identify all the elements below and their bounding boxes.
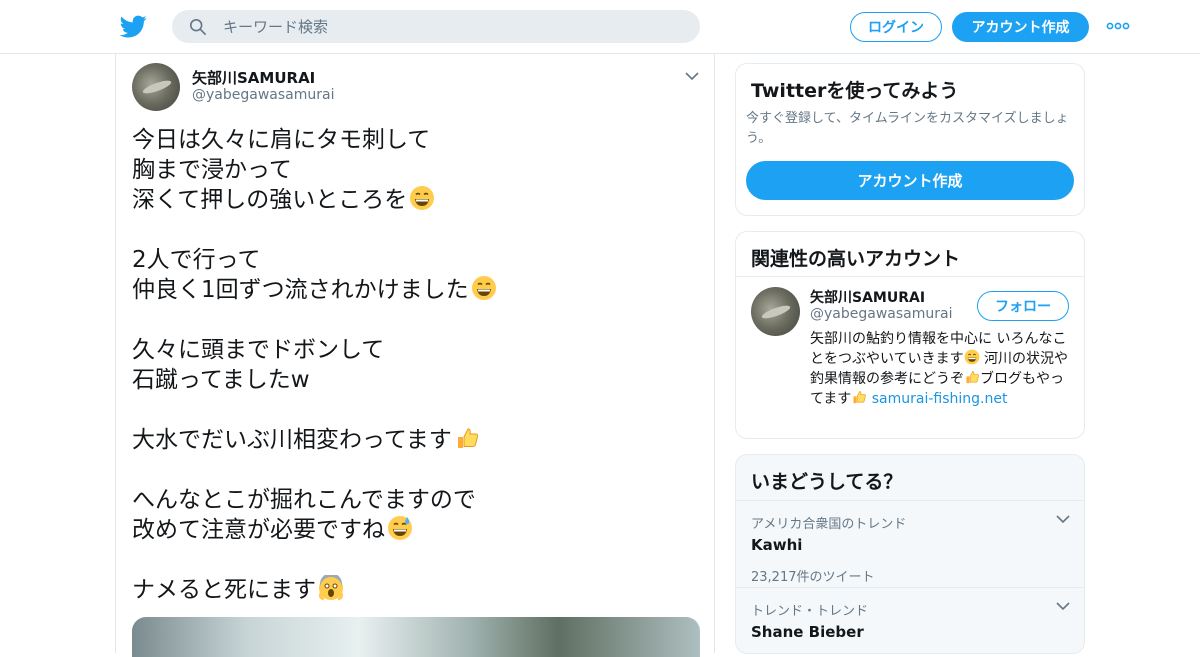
trend-name: Kawhi bbox=[751, 536, 803, 554]
tweet-text: 今日は久々に肩にタモ刺して 胸まで浸かって 深くて押しの強いところを 2人で行っ… bbox=[132, 125, 702, 605]
tweet-line: 2人で行って bbox=[132, 247, 261, 273]
trends-card: いまどうしてる？ アメリカ合衆国のトレンド Kawhi 23,217件のツイート… bbox=[735, 454, 1085, 654]
related-account-bio: 矢部川の鮎釣り情報を中心に いろんなことをつぶやいていきます 河川の状況や釣果情… bbox=[810, 331, 1069, 407]
search-bar[interactable] bbox=[172, 10, 700, 43]
grinning-emoji-icon bbox=[410, 186, 435, 210]
tweet-line: ナメると死にます bbox=[132, 575, 702, 605]
tweet-media-image[interactable] bbox=[132, 617, 700, 657]
signup-card-title: Twitterを使ってみよう bbox=[751, 80, 959, 102]
tweet-card: 矢部川SAMURAI @yabegawasamurai 今日は久々に肩にタモ刺し… bbox=[115, 53, 715, 657]
tweet-line: 大水でだいぶ川相変わってます bbox=[132, 425, 702, 455]
trend-item[interactable]: トレンド・トレンド Shane Bieber bbox=[751, 600, 1071, 641]
chevron-down-icon[interactable] bbox=[1056, 513, 1070, 525]
tweet-line: 深くて押しの強いところを bbox=[132, 185, 702, 215]
author-handle[interactable]: @yabegawasamurai bbox=[192, 87, 334, 103]
tweet-line: 石蹴ってましたw bbox=[132, 367, 310, 393]
login-button[interactable]: ログイン bbox=[850, 12, 942, 42]
divider bbox=[736, 500, 1084, 501]
search-input[interactable] bbox=[223, 17, 683, 36]
signup-card: Twitterを使ってみよう 今すぐ登録して、タイムラインをカスタマイズしましょ… bbox=[735, 63, 1085, 216]
related-accounts-card: 関連性の高いアカウント 矢部川SAMURAI @yabegawasamurai … bbox=[735, 231, 1085, 439]
top-navigation-bar: ログイン アカウント作成 bbox=[0, 0, 1200, 54]
twitter-bird-icon[interactable] bbox=[120, 13, 147, 40]
related-account-name[interactable]: 矢部川SAMURAI bbox=[810, 287, 925, 307]
grinning-emoji-icon bbox=[471, 276, 496, 300]
signup-card-button[interactable]: アカウント作成 bbox=[746, 161, 1074, 200]
thumbs-up-emoji-icon bbox=[457, 428, 478, 448]
bio-link[interactable]: samurai-fishing.net bbox=[872, 391, 1008, 407]
chevron-down-icon[interactable] bbox=[1056, 600, 1070, 612]
sweat-smile-emoji-icon bbox=[388, 516, 412, 540]
thumbs-up-emoji-icon bbox=[853, 391, 867, 404]
grinning-emoji-icon bbox=[964, 349, 979, 365]
related-account-handle[interactable]: @yabegawasamurai bbox=[810, 306, 952, 322]
divider bbox=[736, 587, 1084, 588]
screaming-emoji-icon bbox=[318, 575, 344, 601]
signup-button[interactable]: アカウント作成 bbox=[952, 12, 1089, 42]
related-accounts-title: 関連性の高いアカウント bbox=[751, 248, 961, 270]
author-display-name[interactable]: 矢部川SAMURAI bbox=[192, 67, 315, 88]
tweet-line: 仲良く1回ずつ流されかけました bbox=[132, 275, 702, 305]
trend-item[interactable]: アメリカ合衆国のトレンド Kawhi 23,217件のツイート bbox=[751, 513, 1071, 585]
tweet-line: 胸まで浸かって bbox=[132, 157, 292, 183]
trend-name: Shane Bieber bbox=[751, 623, 864, 641]
tweet-line: へんなとこが掘れこんでますので bbox=[132, 487, 476, 513]
more-options-icon[interactable] bbox=[1106, 18, 1130, 34]
thumbs-up-emoji-icon bbox=[966, 371, 979, 384]
follow-button[interactable]: フォロー bbox=[977, 291, 1069, 321]
search-icon bbox=[189, 18, 207, 35]
trend-tweet-count: 23,217件のツイート bbox=[751, 570, 875, 585]
trend-context: アメリカ合衆国のトレンド bbox=[751, 517, 907, 532]
signup-card-description: 今すぐ登録して、タイムラインをカスタマイズしましょう。 bbox=[746, 111, 1069, 146]
related-account-avatar[interactable] bbox=[751, 287, 800, 336]
author-avatar[interactable] bbox=[132, 63, 180, 111]
trend-context: トレンド・トレンド bbox=[751, 604, 869, 619]
divider bbox=[736, 276, 1084, 277]
tweet-line: 今日は久々に肩にタモ刺して bbox=[132, 127, 431, 153]
tweet-line: 改めて注意が必要ですね bbox=[132, 515, 702, 545]
tweet-line: 久々に頭までドボンして bbox=[132, 337, 385, 363]
chevron-down-icon[interactable] bbox=[684, 69, 700, 83]
trends-title: いまどうしてる？ bbox=[751, 471, 903, 493]
